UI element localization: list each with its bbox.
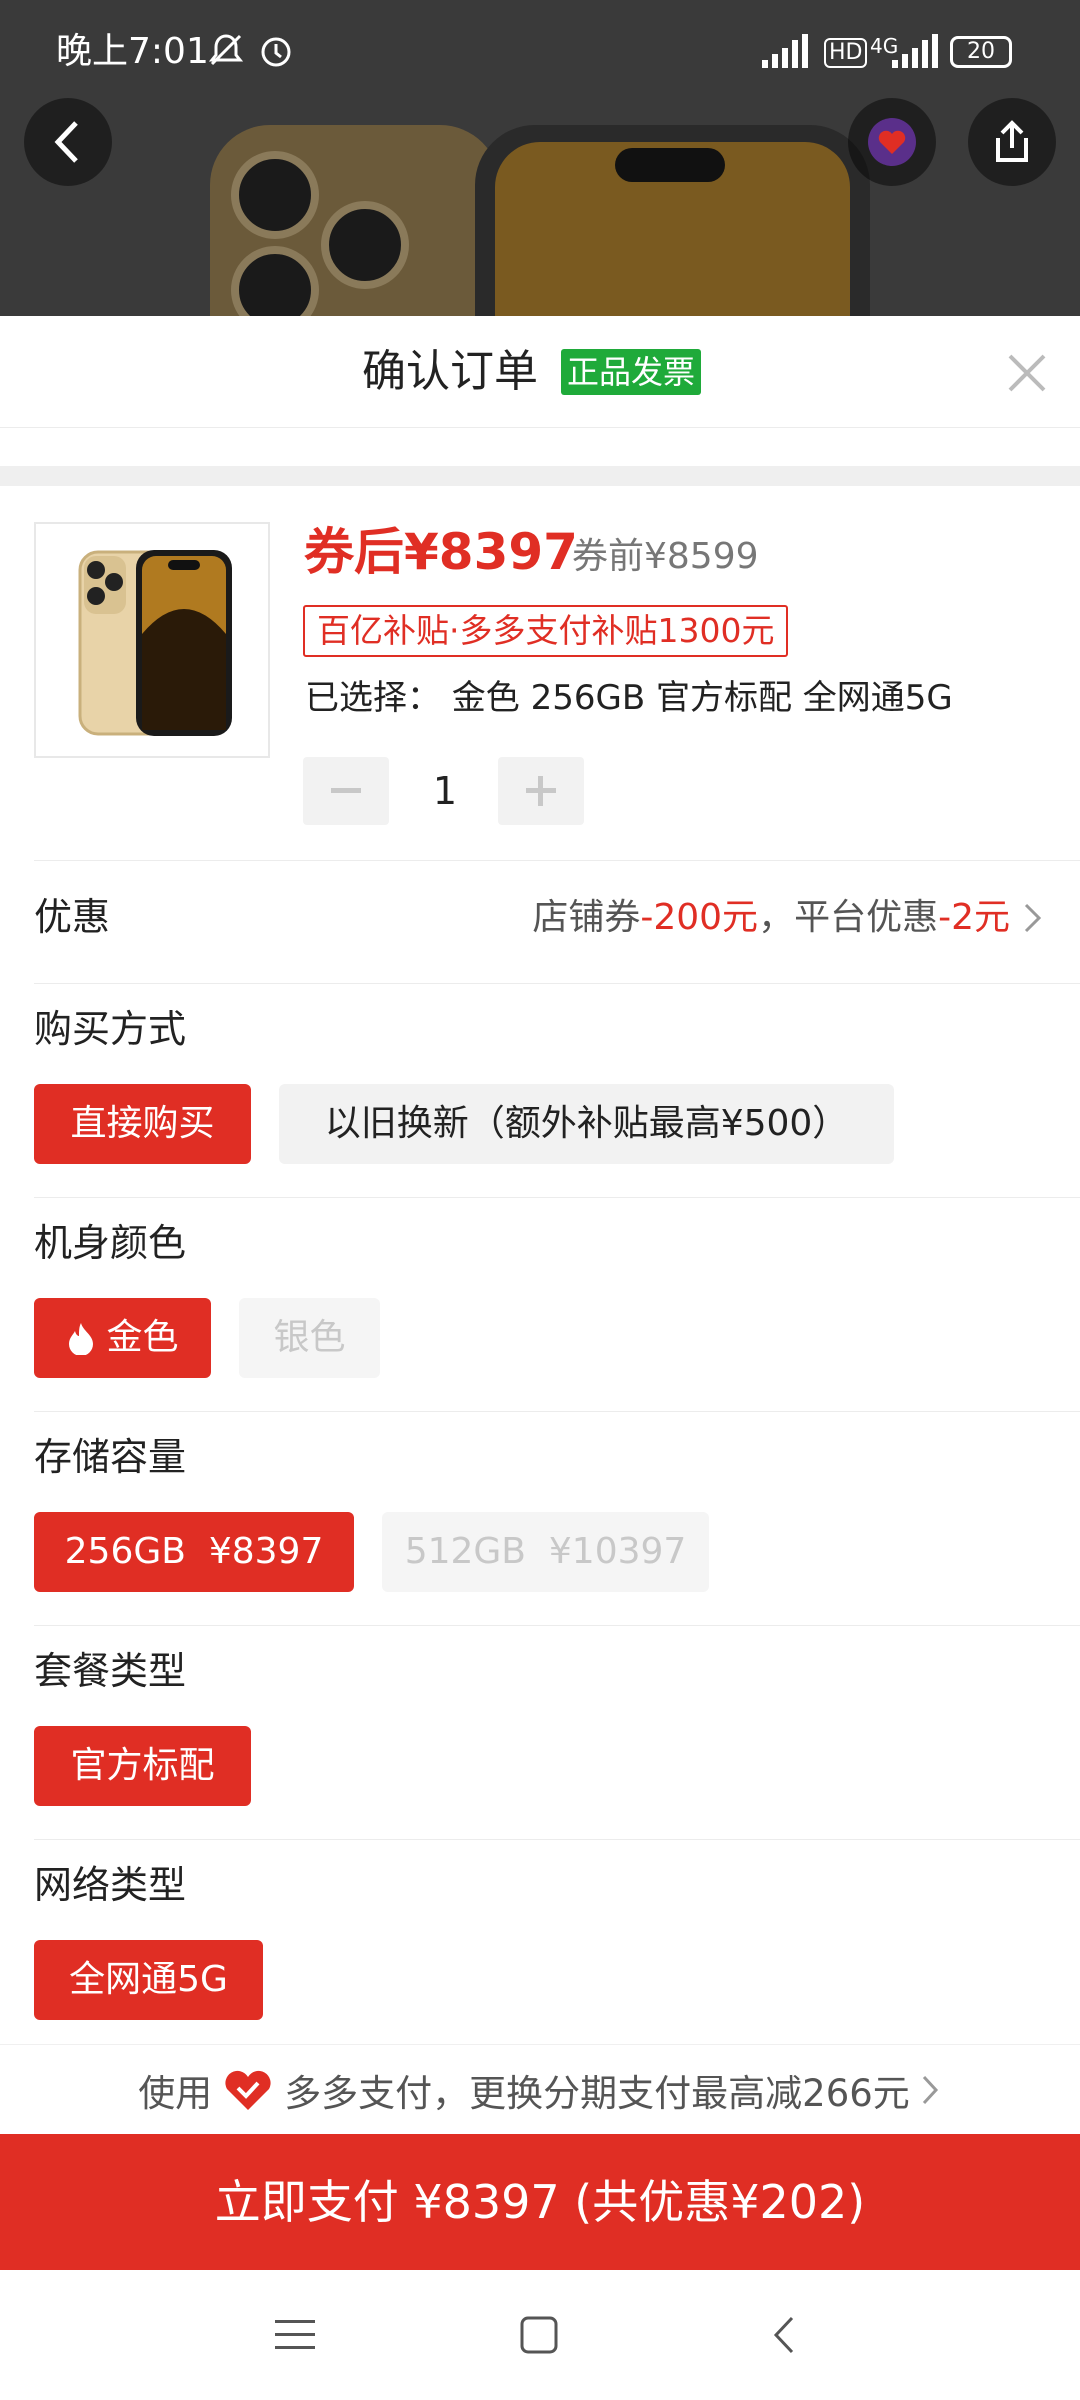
share-icon <box>996 120 1028 162</box>
payment-promo-text: 多多支付，更换分期支付最高减266元 <box>284 2071 910 2115</box>
heart-icon <box>868 118 916 166</box>
chevron-right-icon <box>922 2075 938 2104</box>
option-package-standard[interactable]: 官方标配 <box>34 1726 251 1806</box>
option-color-gold[interactable]: 金色 <box>34 1298 211 1378</box>
payment-prefix: 使用 <box>138 2071 213 2115</box>
home-icon[interactable] <box>520 2316 558 2354</box>
divider <box>34 1411 1080 1412</box>
plus-icon <box>526 776 556 806</box>
option-direct-buy[interactable]: 直接购买 <box>34 1084 251 1164</box>
bell-off-icon <box>206 30 246 74</box>
option-storage-256[interactable]: 256GB ¥8397 <box>34 1512 354 1592</box>
selected-spec: 已选择： 金色 256GB 官方标配 全网通5G <box>305 678 953 718</box>
package-title: 套餐类型 <box>34 1649 187 1693</box>
shop-coupon-value: -200元 <box>640 897 759 938</box>
duoduo-pay-icon <box>225 2070 271 2110</box>
option-color-silver[interactable]: 银色 <box>239 1298 380 1378</box>
product-image <box>78 550 232 736</box>
divider <box>34 1197 1080 1198</box>
option-color-gold-label: 金色 <box>106 1317 179 1358</box>
page-title: 确认订单 <box>362 346 538 397</box>
chevron-left-icon <box>54 121 78 163</box>
option-trade-in[interactable]: 以旧换新（额外补贴最高¥500） <box>279 1084 894 1164</box>
confirm-order-sheet: 确认订单 正品发票 券后¥8397 券前¥8599 百亿补贴·多多支付补贴130… <box>0 316 1080 2400</box>
menu-icon[interactable] <box>275 2318 315 2352</box>
chevron-right-icon <box>1024 903 1042 933</box>
discount-separator: ， <box>758 897 795 938</box>
status-time: 晚上7:01 <box>56 31 209 72</box>
signal-icon <box>760 30 810 74</box>
back-nav-icon[interactable] <box>770 2314 798 2356</box>
close-icon[interactable] <box>1002 348 1052 398</box>
minus-icon <box>331 788 361 793</box>
section-gap <box>0 466 1080 486</box>
pay-now-button[interactable]: 立即支付 ¥8397 (共优惠¥202) <box>0 2134 1080 2270</box>
price-before-coupon: 券前¥8599 <box>572 536 759 577</box>
purchase-method-title: 购买方式 <box>34 1007 187 1051</box>
discount-label: 优惠 <box>34 895 111 939</box>
battery-icon: 20 <box>950 36 1012 68</box>
price-after-coupon: 券后¥8397 <box>304 523 578 581</box>
divider <box>34 860 1080 861</box>
quantity-decrease-button[interactable] <box>303 757 389 825</box>
divider <box>34 1839 1080 1840</box>
invoice-badge: 正品发票 <box>561 349 702 395</box>
system-nav-bar <box>0 2270 1080 2400</box>
discount-row[interactable]: 店铺券 -200元 ， 平台优惠 -2元 <box>532 893 1046 943</box>
color-title: 机身颜色 <box>34 1221 187 1265</box>
fire-icon <box>69 1323 94 1355</box>
quantity-increase-button[interactable] <box>498 757 584 825</box>
product-thumbnail[interactable] <box>34 522 270 758</box>
option-network-5g[interactable]: 全网通5G <box>34 1940 263 2020</box>
divider <box>34 1625 1080 1626</box>
signal-icon-2 <box>890 30 940 74</box>
network-title: 网络类型 <box>34 1863 187 1907</box>
option-storage-512[interactable]: 512GB ¥10397 <box>382 1512 709 1592</box>
platform-discount-label: 平台优惠 <box>794 897 939 938</box>
share-button[interactable] <box>968 98 1056 186</box>
subsidy-tag: 百亿补贴·多多支付补贴1300元 <box>303 605 789 657</box>
alarm-icon <box>256 30 296 74</box>
storage-title: 存储容量 <box>34 1435 187 1479</box>
payment-method-bar[interactable]: 使用 多多支付，更换分期支付最高减266元 <box>0 2044 1080 2134</box>
hd-icon: HD <box>824 38 868 68</box>
back-button[interactable] <box>24 98 112 186</box>
favorite-button[interactable] <box>848 98 936 186</box>
shop-coupon-label: 店铺券 <box>532 897 641 938</box>
divider <box>34 983 1080 984</box>
sheet-header: 确认订单 正品发票 <box>0 316 1080 428</box>
product-backdrop: 晚上7:01 HD 4G 20 <box>0 0 1080 318</box>
quantity-value[interactable]: 1 <box>420 766 470 816</box>
product-hero-image <box>210 125 870 318</box>
platform-discount-value: -2元 <box>938 897 1010 938</box>
